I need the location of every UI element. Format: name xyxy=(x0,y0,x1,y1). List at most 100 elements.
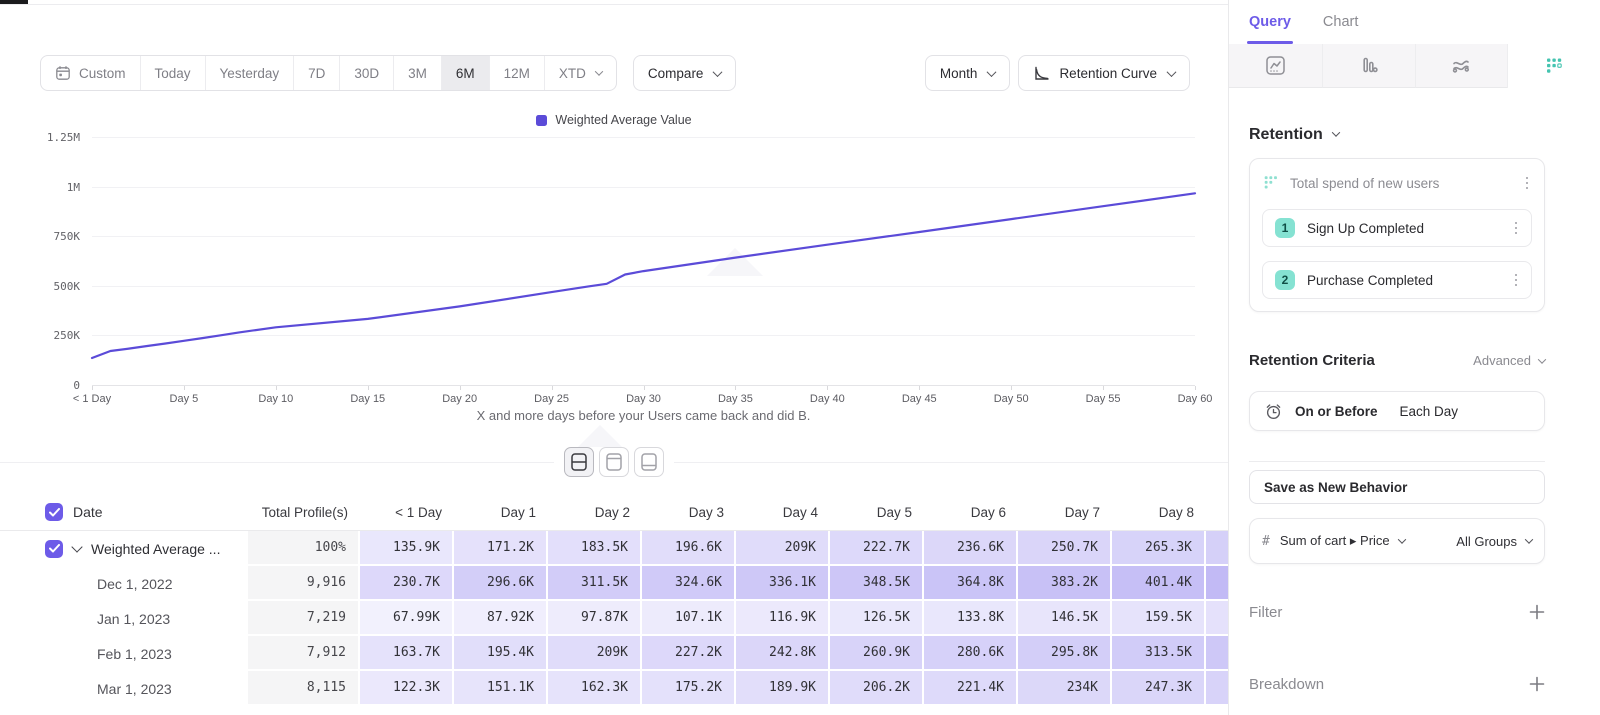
chevron-down-icon xyxy=(1397,535,1405,543)
date-range-7d[interactable]: 7D xyxy=(294,56,340,90)
retention-value-cell: 280.6K xyxy=(924,636,1018,671)
kebab-menu-icon[interactable] xyxy=(1511,218,1522,239)
retention-value-cell: 295.8K xyxy=(1018,636,1112,671)
range-label: 6M xyxy=(456,66,475,81)
granularity-label: Month xyxy=(940,66,978,81)
retention-value-cell: 151.1K xyxy=(454,671,548,706)
total-profiles-cell: 8,115 xyxy=(248,671,360,706)
retention-value-cell: 209K xyxy=(736,531,830,566)
retention-value-cell-clipped xyxy=(1206,636,1228,671)
date-range-3m[interactable]: 3M xyxy=(394,56,442,90)
date-range-6m[interactable]: 6M xyxy=(442,56,490,90)
date-range-12m[interactable]: 12M xyxy=(490,56,545,90)
retention-value-cell: 242.8K xyxy=(736,636,830,671)
date-range-xtd[interactable]: XTD xyxy=(545,56,616,90)
granularity-button[interactable]: Month xyxy=(925,55,1011,91)
compare-button[interactable]: Compare xyxy=(633,55,737,91)
behavior-card: Total spend of new users 1 Sign Up Compl… xyxy=(1249,158,1545,312)
table-row[interactable]: Dec 1, 2022 9,916230.7K296.6K311.5K324.6K… xyxy=(0,566,1228,601)
measure-property-dropdown[interactable]: Sum of cart ▸ Price xyxy=(1280,533,1446,549)
retention-value-cell: 146.5K xyxy=(1018,601,1112,636)
tab-query[interactable]: Query xyxy=(1249,0,1291,44)
row-date-label: Dec 1, 2022 xyxy=(97,576,173,592)
range-label: 7D xyxy=(308,66,325,81)
report-tab-flows[interactable] xyxy=(1415,44,1508,88)
layout-split-view-button[interactable] xyxy=(564,447,594,477)
behavior-step-2[interactable]: 2 Purchase Completed xyxy=(1262,261,1532,299)
report-tab-funnels[interactable] xyxy=(1322,44,1415,88)
groups-dropdown[interactable]: All Groups xyxy=(1456,534,1532,549)
report-section-heading[interactable]: Retention xyxy=(1249,126,1545,144)
retention-value-cell: 383.2K xyxy=(1018,566,1112,601)
date-range-yesterday[interactable]: Yesterday xyxy=(206,56,295,90)
retention-value-cell: 311.5K xyxy=(548,566,642,601)
retention-criteria-row: Retention Criteria Advanced xyxy=(1249,352,1545,369)
criteria-timing-card[interactable]: On or Before Each Day xyxy=(1249,391,1545,431)
chevron-down-icon xyxy=(987,67,997,77)
add-breakdown-button[interactable] xyxy=(1529,676,1545,692)
table-row[interactable]: Jan 1, 20237,21967.99K87.92K97.87K107.1K… xyxy=(0,601,1228,636)
retention-value-cell: 195.4K xyxy=(454,636,548,671)
timing-label: On or Before xyxy=(1295,404,1378,419)
filter-label: Filter xyxy=(1249,604,1529,621)
retention-value-cell: 324.6K xyxy=(642,566,736,601)
report-section-title: Retention xyxy=(1249,126,1323,144)
table-row[interactable]: Weighted Average ...100%135.9K171.2K183.… xyxy=(0,531,1228,566)
retention-value-cell: 135.9K xyxy=(360,531,454,566)
date-range-custom[interactable]: Custom xyxy=(41,56,141,90)
retention-table: Date Total Profile(s) < 1 DayDay 1Day 2D… xyxy=(0,494,1228,706)
table-row[interactable]: Mar 1, 20238,115122.3K151.1K162.3K175.2K… xyxy=(0,671,1228,706)
total-profiles-cell: 9,916 xyxy=(248,566,360,601)
date-range-30d[interactable]: 30D xyxy=(340,56,394,90)
tab-chart[interactable]: Chart xyxy=(1323,0,1358,44)
chart-type-button[interactable]: Retention Curve xyxy=(1018,55,1190,91)
step-event-label: Purchase Completed xyxy=(1307,273,1499,288)
total-profiles-cell: 7,219 xyxy=(248,601,360,636)
retention-curve-icon xyxy=(1033,65,1050,82)
retention-value-cell: 296.6K xyxy=(454,566,548,601)
number-property-prefix: # xyxy=(1262,534,1270,549)
save-as-new-behavior-button[interactable]: Save as New Behavior xyxy=(1249,470,1545,504)
date-range-today[interactable]: Today xyxy=(141,56,206,90)
row-date-label: Weighted Average ... xyxy=(91,541,220,557)
retention-value-cell: 401.4K xyxy=(1112,566,1206,601)
row-checkbox[interactable] xyxy=(45,540,63,558)
day-column-header: Day 1 xyxy=(454,505,548,520)
kebab-menu-icon[interactable] xyxy=(1522,173,1533,194)
flows-icon xyxy=(1450,55,1472,77)
retention-value-cell: 97.87K xyxy=(548,601,642,636)
retention-value-cell: 183.5K xyxy=(548,531,642,566)
layout-table-view-button[interactable] xyxy=(634,447,664,477)
expand-chevron-icon[interactable] xyxy=(71,541,82,552)
range-label: Today xyxy=(155,66,191,81)
chart-caption: X and more days before your Users came b… xyxy=(92,408,1195,423)
row-date-label: Mar 1, 2023 xyxy=(97,681,172,697)
alarm-clock-icon xyxy=(1264,402,1283,421)
total-profiles-column-header: Total Profile(s) xyxy=(248,505,360,520)
chevron-down-icon xyxy=(713,67,723,77)
date-column-header: Date xyxy=(73,504,103,520)
breakdown-label: Breakdown xyxy=(1249,676,1529,693)
insights-icon xyxy=(1265,55,1286,76)
report-tab-retention[interactable] xyxy=(1507,44,1600,88)
table-header-row: Date Total Profile(s) < 1 DayDay 1Day 2D… xyxy=(0,494,1228,531)
layout-chart-view-button[interactable] xyxy=(599,447,629,477)
retention-icon xyxy=(1544,56,1564,76)
retention-value-cell: 230.7K xyxy=(360,566,454,601)
table-row[interactable]: Feb 1, 20237,912163.7K195.4K209K227.2K24… xyxy=(0,636,1228,671)
advanced-dropdown[interactable]: Advanced xyxy=(1473,353,1545,368)
retention-value-cell: 159.5K xyxy=(1112,601,1206,636)
day-column-headers: < 1 DayDay 1Day 2Day 3Day 4Day 5Day 6Day… xyxy=(360,505,1206,520)
save-as-new-behavior-label: Save as New Behavior xyxy=(1264,480,1407,495)
report-main-area: Custom Today Yesterday 7D 30D3M 6M 12MXTD Comp… xyxy=(0,0,1228,715)
retention-value-cell-clipped xyxy=(1206,566,1228,601)
retention-value-cell: 364.8K xyxy=(924,566,1018,601)
retention-value-cell: 107.1K xyxy=(642,601,736,636)
report-tab-insights[interactable] xyxy=(1229,44,1322,88)
kebab-menu-icon[interactable] xyxy=(1511,270,1522,291)
select-all-checkbox[interactable] xyxy=(45,503,63,521)
chart-type-label: Retention Curve xyxy=(1059,66,1157,81)
retention-value-cell: 175.2K xyxy=(642,671,736,706)
behavior-step-1[interactable]: 1 Sign Up Completed xyxy=(1262,209,1532,247)
add-filter-button[interactable] xyxy=(1529,604,1545,620)
